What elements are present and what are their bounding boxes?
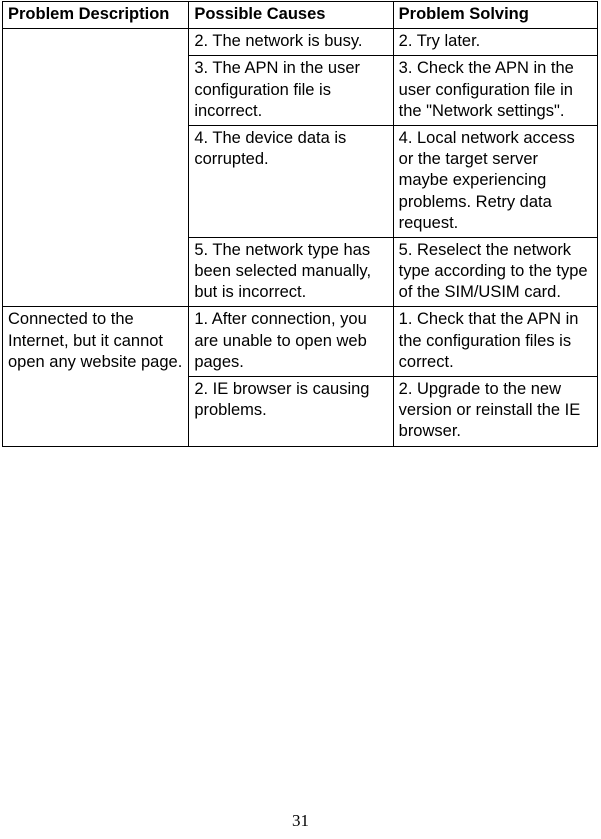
table-header-row: Problem Description Possible Causes Prob… xyxy=(1,0,599,30)
cell-problem-solving: 2. Try later. xyxy=(392,28,599,57)
page-number: 31 xyxy=(292,811,309,830)
cell-problem-description: Connected to the Internet, but it cannot… xyxy=(1,306,190,447)
document-page: Problem Description Possible Causes Prob… xyxy=(0,0,601,839)
cell-problem-solving: 3. Check the APN in the user configurati… xyxy=(392,55,599,126)
cell-problem-solving: 1. Check that the APN in the configurati… xyxy=(392,306,599,377)
cell-possible-cause: 4. The device data is corrupted. xyxy=(188,124,394,238)
cell-possible-cause: 1. After connection, you are unable to o… xyxy=(188,306,394,377)
cell-problem-solving: 4. Local network access or the target se… xyxy=(392,124,599,238)
column-header-problem-solving: Problem Solving xyxy=(392,0,599,30)
cell-problem-solving: 2. Upgrade to the new version or reinsta… xyxy=(392,376,599,447)
cell-possible-cause: 3. The APN in the user configuration fil… xyxy=(188,55,394,126)
table-row: 2. The network is busy. 2. Try later. xyxy=(1,28,599,308)
cell-problem-solving: 5. Reselect the network type according t… xyxy=(392,236,599,308)
table-row: Connected to the Internet, but it cannot… xyxy=(1,306,599,447)
troubleshooting-table: Problem Description Possible Causes Prob… xyxy=(1,0,599,447)
column-header-problem-description: Problem Description xyxy=(1,0,190,30)
column-header-possible-causes: Possible Causes xyxy=(188,0,394,30)
cell-possible-cause: 2. IE browser is causing problems. xyxy=(188,376,394,447)
cell-problem-description-continued xyxy=(1,28,190,308)
cell-possible-cause: 5. The network type has been selected ma… xyxy=(188,236,394,308)
cell-possible-cause: 2. The network is busy. xyxy=(188,28,394,57)
